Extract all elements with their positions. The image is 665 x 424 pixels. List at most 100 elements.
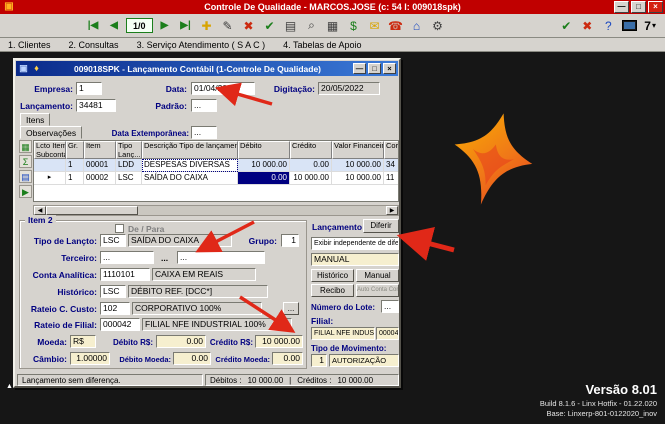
print-icon[interactable]: ▤ — [282, 17, 300, 35]
rateio-ccusto-ellipsis-button[interactable]: ... — [283, 302, 299, 315]
tipo-lancto-code-field[interactable]: LSC — [100, 234, 126, 247]
mail-icon[interactable]: ✉ — [366, 17, 384, 35]
mdi-area: ▣ ♦ 009018SPK - Lançamento Contábil (1-C… — [0, 52, 665, 424]
cell-gr[interactable]: 1 — [66, 172, 84, 185]
delete-icon[interactable]: ✖ — [240, 17, 258, 35]
diferir-button[interactable]: Diferir — [363, 219, 399, 233]
menu-item-sac[interactable]: 3. Serviço Atendimento ( S A C ) — [137, 40, 266, 50]
monitor-icon[interactable] — [620, 17, 638, 35]
search-icon[interactable]: ⌕ — [303, 17, 321, 35]
list-icon[interactable]: ▤ — [19, 170, 32, 183]
rateio-filial-code-field[interactable]: 000042 — [100, 318, 140, 331]
items-grid[interactable]: Lcto Item Subconta Gr. Item Tipo Lanç... D… — [33, 140, 399, 202]
first-record-button[interactable]: |◀ — [84, 17, 102, 35]
numero-lote-label: Número do Lote: — [311, 303, 375, 312]
col-lcto-item-subconta[interactable]: Lcto Item Subconta — [34, 141, 66, 159]
maximize-button[interactable]: □ — [631, 1, 646, 13]
cell-credito[interactable]: 0.00 — [290, 159, 332, 172]
data-extemporanea-field[interactable]: ... — [191, 126, 217, 139]
calculator-icon[interactable]: ▦ — [324, 17, 342, 35]
screen-count-dropdown[interactable]: 7 ▾ — [641, 17, 659, 35]
col-descricao[interactable]: Descrição Tipo de lançamento — [142, 141, 238, 159]
col-debito[interactable]: Débito — [238, 141, 290, 159]
apply-icon[interactable]: ✔ — [557, 17, 575, 35]
minimize-button[interactable]: — — [614, 1, 629, 13]
col-credito[interactable]: Crédito — [290, 141, 332, 159]
historico-code-field[interactable]: LSC — [100, 285, 126, 298]
cell-cor[interactable]: 11 — [384, 172, 398, 185]
window-controls: — □ × — [614, 1, 663, 13]
cell-item[interactable]: 00001 — [84, 159, 116, 172]
cell-debito[interactable]: 0.00 — [238, 172, 290, 185]
historico-button[interactable]: Histórico — [311, 269, 354, 282]
cell-valor[interactable]: 10 000.00 — [332, 159, 384, 172]
tab-observacoes[interactable]: Observações — [20, 126, 83, 139]
cell-descricao[interactable]: SAÍDA DO CAIXA — [142, 172, 238, 185]
cell-descricao[interactable]: DESPESAS DIVERSAS — [142, 159, 238, 172]
scrollbar-thumb[interactable] — [46, 206, 138, 215]
scroll-right-icon[interactable]: ▶ — [386, 206, 398, 215]
cell-gr[interactable]: 1 — [66, 159, 84, 172]
tab-itens[interactable]: Itens — [20, 113, 51, 126]
scroll-left-icon[interactable]: ◀ — [34, 206, 46, 215]
home-icon[interactable]: ⌂ — [408, 17, 426, 35]
col-item[interactable]: Item — [84, 141, 116, 159]
col-gr[interactable]: Gr. — [66, 141, 84, 159]
numero-lote-field[interactable]: ... — [381, 300, 399, 313]
prev-record-button[interactable]: ◀ — [105, 17, 123, 35]
cancel-icon[interactable]: ✖ — [578, 17, 596, 35]
help-icon[interactable]: ? — [599, 17, 617, 35]
version-build: Build 8.1.6 - Linx Hotfix - 01.22.020 — [539, 399, 657, 408]
cell-credito[interactable]: 10 000.00 — [290, 172, 332, 185]
tipo-movimento-code-field[interactable]: 1 — [311, 354, 327, 367]
grid-row-2[interactable]: ▸ 1 00002 LSC SAÍDA DO CAIXA 0.00 10 000… — [34, 172, 398, 185]
window-grid-icon: ▣ — [19, 63, 28, 73]
currency-icon[interactable]: $ — [345, 17, 363, 35]
col-valor-financeiro[interactable]: Valor Financeiro — [332, 141, 384, 159]
terceiro-code-field[interactable]: ... — [100, 251, 154, 264]
exibir-diferenca-select[interactable]: Exibir independente de difere — [311, 237, 399, 250]
cell-item[interactable]: 00002 — [84, 172, 116, 185]
cell-valor[interactable]: 10 000.00 — [332, 172, 384, 185]
manual-button[interactable]: Manual — [356, 269, 399, 282]
col-cor[interactable]: Cor... — [384, 141, 398, 159]
confirm-icon[interactable]: ✔ — [261, 17, 279, 35]
empresa-field[interactable]: 1 — [76, 82, 102, 95]
conta-analitica-code-field[interactable]: 1110101 — [100, 268, 150, 281]
cell-tipo[interactable]: LDD — [116, 159, 142, 172]
menu-item-clientes[interactable]: 1. Clientes — [8, 40, 51, 50]
application-window: ▣ Controle De Qualidade - MARCOS.JOSE (c… — [0, 0, 665, 424]
last-record-button[interactable]: ▶| — [177, 17, 195, 35]
sum-icon[interactable]: Σ — [19, 155, 32, 168]
cell-debito[interactable]: 10 000.00 — [238, 159, 290, 172]
close-button[interactable]: × — [648, 1, 663, 13]
add-icon[interactable]: ✚ — [198, 17, 216, 35]
next-record-button[interactable]: ▶ — [156, 17, 174, 35]
menu-item-tabelas-apoio[interactable]: 4. Tabelas de Apoio — [283, 40, 361, 50]
terceiro-ellipsis[interactable]: ... — [161, 253, 168, 264]
de-para-checkbox[interactable] — [115, 224, 124, 233]
col-tipo-lanc[interactable]: Tipo Lanç... — [116, 141, 142, 159]
child-minimize-button[interactable]: — — [353, 63, 366, 74]
phone-icon[interactable]: ☎ — [387, 17, 405, 35]
data-field[interactable]: 01/04/2022 — [191, 82, 255, 95]
child-maximize-button[interactable]: □ — [368, 63, 381, 74]
table-icon[interactable]: ▦ — [19, 140, 32, 153]
rateio-ccusto-code-field[interactable]: 102 — [100, 302, 130, 315]
cell-tipo[interactable]: LSC — [116, 172, 142, 185]
grid-horizontal-scrollbar[interactable]: ◀ ▶ — [33, 205, 399, 216]
menu-item-consultas[interactable]: 2. Consultas — [69, 40, 119, 50]
recibo-button[interactable]: Recibo — [311, 284, 354, 297]
settings-icon[interactable]: ⚙ — [429, 17, 447, 35]
grid-row-1[interactable]: 1 00001 LDD DESPESAS DIVERSAS 10 000.00 … — [34, 159, 398, 172]
terceiro-desc-field[interactable]: ... — [177, 251, 265, 264]
child-titlebar[interactable]: ▣ ♦ 009018SPK - Lançamento Contábil (1-C… — [16, 61, 398, 76]
child-close-button[interactable]: × — [383, 63, 396, 74]
lancamento-field[interactable]: 34481 — [76, 99, 116, 112]
padrao-field[interactable]: ... — [191, 99, 217, 112]
grupo-field[interactable]: 1 — [281, 234, 299, 247]
current-row-icon[interactable]: ▶ — [19, 185, 32, 198]
cell-cor[interactable]: 34 — [384, 159, 398, 172]
moeda-field[interactable]: R$ — [70, 335, 96, 348]
edit-icon[interactable]: ✎ — [219, 17, 237, 35]
